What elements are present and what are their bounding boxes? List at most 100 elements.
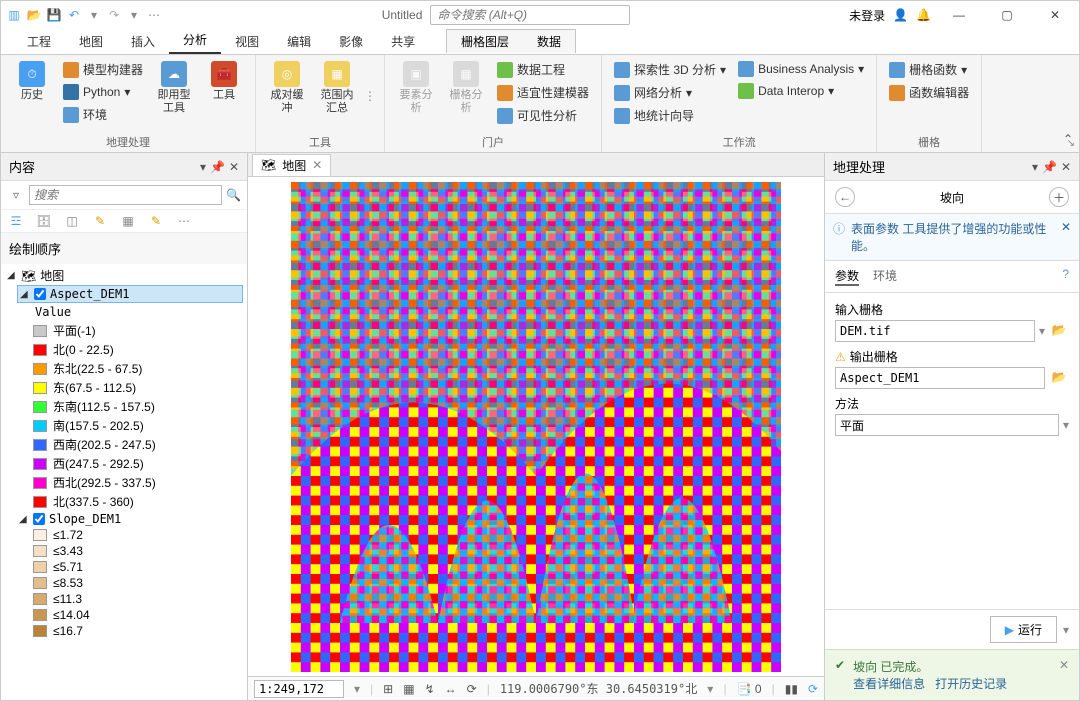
legend-item[interactable]: ≤11.3 (33, 591, 243, 607)
gp-msg-close-icon[interactable]: ✕ (1059, 658, 1069, 672)
gp-help-icon[interactable]: ? (1062, 267, 1069, 286)
ready-tools-button[interactable]: ☁即用型工具 (151, 59, 197, 116)
legend-item[interactable]: ≤3.43 (33, 543, 243, 559)
legend-item[interactable]: 北(337.5 - 360) (33, 492, 243, 511)
redo-menu-icon[interactable]: ▾ (125, 6, 143, 24)
input-browse-icon[interactable]: 📂 (1049, 320, 1069, 340)
undo-icon[interactable]: ↶ (65, 6, 83, 24)
data-interop-button[interactable]: Data Interop ▾ (734, 81, 868, 101)
login-status[interactable]: 未登录 (849, 7, 885, 24)
legend-item[interactable]: 西(247.5 - 292.5) (33, 454, 243, 473)
gp-pin-icon[interactable]: 📌 (1042, 160, 1057, 174)
visibility-button[interactable]: 可见性分析 (493, 105, 593, 126)
output-browse-icon[interactable]: 📂 (1049, 367, 1069, 387)
data-engineering-button[interactable]: 数据工程 (493, 59, 593, 80)
command-search-input[interactable] (430, 5, 630, 25)
legend-item[interactable]: ≤8.53 (33, 575, 243, 591)
gp-back-icon[interactable]: ← (835, 187, 855, 207)
pause-drawing-icon[interactable]: ▮▮ (785, 682, 798, 696)
panel-pin-icon[interactable]: 📌 (210, 160, 225, 174)
maximize-icon[interactable]: ▢ (987, 1, 1027, 29)
toc-search-input[interactable] (29, 185, 222, 205)
legend-item[interactable]: ≤14.04 (33, 607, 243, 623)
scale-input[interactable] (254, 680, 344, 698)
refresh-icon[interactable]: ⟳ (808, 682, 818, 696)
map-tab[interactable]: 🗺地图✕ (252, 154, 331, 176)
open-icon[interactable]: 📂 (25, 6, 43, 24)
method-select[interactable] (835, 414, 1059, 436)
correction-icon[interactable]: ↔ (445, 682, 457, 696)
function-editor-button[interactable]: 函数编辑器 (885, 82, 973, 103)
legend-item[interactable]: 平面(-1) (33, 321, 243, 340)
dynamic-icon[interactable]: ⟳ (467, 682, 477, 696)
output-raster-field[interactable] (835, 367, 1045, 389)
gp-tab-params[interactable]: 参数 (835, 267, 859, 286)
legend-item[interactable]: 南(157.5 - 202.5) (33, 416, 243, 435)
open-history-link[interactable]: 打开历史记录 (935, 677, 1007, 691)
toc-more-icon[interactable]: ⋯ (175, 214, 193, 228)
legend-item[interactable]: 西南(202.5 - 247.5) (33, 435, 243, 454)
environments-button[interactable]: 环境 (59, 104, 147, 125)
toc-list-by-snapping-icon[interactable]: ▦ (119, 214, 137, 228)
map-canvas[interactable] (291, 182, 781, 672)
notifications-icon[interactable]: 🔔 (916, 8, 931, 22)
gp-close-icon[interactable]: ✕ (1061, 160, 1071, 174)
panel-menu-icon[interactable]: ▾ (200, 160, 206, 174)
toc-list-by-source-icon[interactable]: 🗄 (35, 214, 53, 228)
toc-list-by-labeling-icon[interactable]: ✎ (147, 214, 165, 228)
legend-item[interactable]: 西北(292.5 - 337.5) (33, 473, 243, 492)
raster-functions-button[interactable]: 栅格函数 ▾ (885, 59, 973, 80)
tab-map[interactable]: 地图 (65, 29, 117, 54)
close-icon[interactable]: ✕ (1035, 1, 1075, 29)
business-analysis-button[interactable]: Business Analysis ▾ (734, 59, 868, 79)
geostat-wizard-button[interactable]: 地统计向导 (610, 105, 730, 126)
toc-search-go-icon[interactable]: 🔍 (226, 188, 241, 202)
model-builder-button[interactable]: 模型构建器 (59, 59, 147, 80)
legend-item[interactable]: 东南(112.5 - 157.5) (33, 397, 243, 416)
toc-list-by-drawing-icon[interactable]: ☲ (7, 214, 25, 228)
gallery-expand-icon[interactable]: ⋮ (364, 89, 376, 103)
history-button[interactable]: ⏱历史 (9, 59, 55, 104)
pairwise-buffer-button[interactable]: ◎成对缓冲 (264, 59, 310, 116)
method-dropdown-icon[interactable]: ▾ (1063, 418, 1069, 432)
map-tab-close-icon[interactable]: ✕ (312, 158, 322, 172)
run-button[interactable]: ▶运行 (990, 616, 1057, 643)
summarize-within-button[interactable]: ▦范围内汇总 (314, 59, 360, 116)
tab-analysis[interactable]: 分析 (169, 27, 221, 54)
legend-item[interactable]: ≤16.7 (33, 623, 243, 639)
tab-project[interactable]: 工程 (13, 29, 65, 54)
save-icon[interactable]: 💾 (45, 6, 63, 24)
gp-menu-icon[interactable]: ▾ (1032, 160, 1038, 174)
layer-slope-checkbox[interactable] (33, 513, 45, 525)
tab-edit[interactable]: 编辑 (273, 29, 325, 54)
grid-icon[interactable]: ▦ (403, 682, 414, 696)
tab-view[interactable]: 视图 (221, 29, 273, 54)
gp-info-close-icon[interactable]: ✕ (1061, 220, 1071, 254)
selected-features-icon[interactable]: 📑 0 (737, 682, 762, 696)
snapping-icon[interactable]: ⊞ (383, 682, 393, 696)
collapse-ribbon-icon[interactable]: ⌃ (1063, 132, 1073, 146)
redo-icon[interactable]: ↷ (105, 6, 123, 24)
tab-share[interactable]: 共享 (377, 29, 429, 54)
gp-tab-env[interactable]: 环境 (873, 267, 897, 286)
toc-list-by-editing-icon[interactable]: ✎ (91, 214, 109, 228)
map-node[interactable]: ◢🗺地图 (5, 266, 243, 285)
python-button[interactable]: Python ▾ (59, 82, 147, 102)
tab-raster-layer[interactable]: 栅格图层 (447, 30, 523, 53)
undo-menu-icon[interactable]: ▾ (85, 6, 103, 24)
exploratory-3d-button[interactable]: 探索性 3D 分析 ▾ (610, 59, 730, 80)
layer-aspect[interactable]: ◢Aspect_DEM1 (17, 285, 243, 303)
tools-button[interactable]: 🧰工具 (201, 59, 247, 104)
run-menu-icon[interactable]: ▾ (1063, 623, 1069, 637)
filter-icon[interactable]: ▿ (7, 186, 25, 204)
new-project-icon[interactable]: ▥ (5, 6, 23, 24)
layer-aspect-checkbox[interactable] (34, 288, 46, 300)
layer-slope[interactable]: ◢Slope_DEM1 (17, 511, 243, 527)
view-details-link[interactable]: 查看详细信息 (853, 677, 925, 691)
tab-data[interactable]: 数据 (523, 30, 575, 53)
legend-item[interactable]: 北(0 - 22.5) (33, 340, 243, 359)
input-raster-field[interactable] (835, 320, 1035, 342)
minimize-icon[interactable]: — (939, 1, 979, 29)
gp-add-favorite-icon[interactable]: ＋ (1049, 187, 1069, 207)
network-analysis-button[interactable]: 网络分析 ▾ (610, 82, 730, 103)
